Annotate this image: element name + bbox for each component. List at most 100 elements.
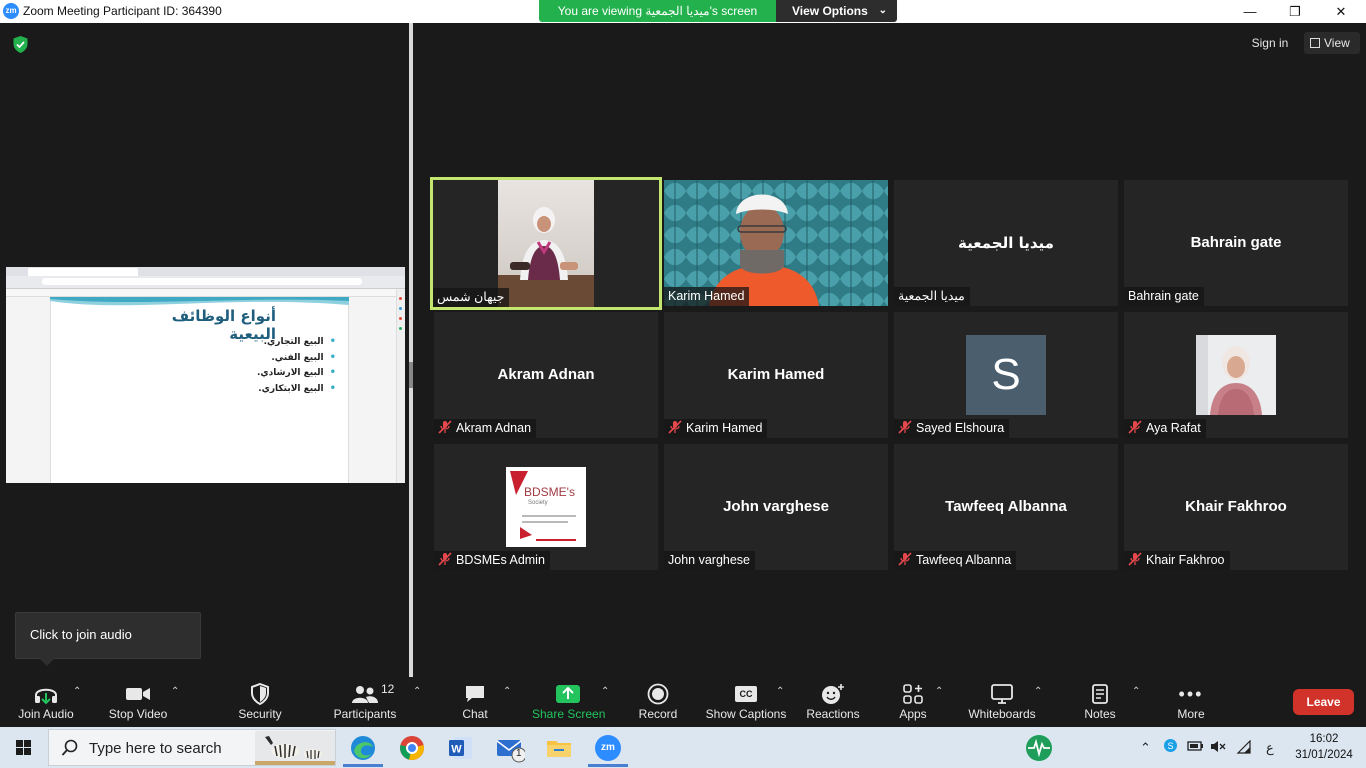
audio-options-caret[interactable]: ⌃ <box>73 686 81 697</box>
view-options-label: View Options <box>792 4 868 18</box>
participant-name: Sayed Elshoura <box>894 419 1010 438</box>
input-language-indicator[interactable]: ع <box>1266 740 1274 756</box>
browser-url-bar <box>42 278 362 285</box>
bdsmes-logo-subtext: Society <box>528 500 548 506</box>
share-screen-button[interactable]: Share Screen <box>532 677 605 727</box>
slide-bullet: البيع الابتكاري. <box>206 383 336 399</box>
chat-button[interactable]: Chat <box>455 677 495 727</box>
close-button[interactable]: ✕ <box>1318 2 1364 21</box>
edge-browser-icon[interactable] <box>348 733 378 763</box>
slide-bullet-list: البيع التجاري. البيع الفني. البيع الارشا… <box>206 336 336 398</box>
search-placeholder: Type here to search <box>89 740 222 757</box>
video-tile[interactable]: ميديا الجمعية ميديا الجمعية <box>894 180 1118 306</box>
taskbar-search-box[interactable]: Type here to search <box>48 729 336 766</box>
slide-bullet: البيع الفني. <box>206 352 336 368</box>
participant-name: Aya Rafat <box>1124 419 1206 438</box>
file-explorer-icon[interactable] <box>544 733 574 763</box>
video-options-caret[interactable]: ⌃ <box>171 686 179 697</box>
clock-date: 31/01/2024 <box>1295 749 1353 761</box>
pane-divider[interactable] <box>409 23 413 677</box>
mail-app-icon[interactable]: 1 <box>495 733 527 763</box>
meeting-toolbar <box>0 677 1366 727</box>
view-button[interactable]: View <box>1304 32 1360 54</box>
share-options-caret[interactable]: ⌃ <box>601 686 609 697</box>
notes-button[interactable]: Notes <box>1080 677 1120 727</box>
video-tile[interactable]: Tawfeeq Albanna Tawfeeq Albanna <box>894 444 1118 570</box>
shared-screen-content[interactable]: أنواع الوظائف البيعية البيع التجاري. الب… <box>6 267 405 483</box>
divider-handle[interactable] <box>409 362 413 388</box>
show-hidden-icons-caret[interactable]: ⌃ <box>1140 740 1151 756</box>
apps-options-caret[interactable]: ⌃ <box>935 686 943 697</box>
video-tile[interactable]: Karim Hamed Karim Hamed <box>664 312 888 438</box>
restore-button[interactable]: ❐ <box>1272 2 1318 21</box>
more-dots-icon: ••• <box>1178 683 1204 704</box>
tooltip-arrow <box>39 658 55 666</box>
muted-mic-icon <box>1128 420 1142 434</box>
woman-video-figure <box>498 207 594 307</box>
wifi-tray-icon[interactable] <box>1236 739 1252 757</box>
video-tile[interactable]: Akram Adnan Akram Adnan <box>434 312 658 438</box>
show-captions-button[interactable]: CC Show Captions <box>704 677 788 727</box>
notes-options-caret[interactable]: ⌃ <box>1132 686 1140 697</box>
mail-badge: 1 <box>516 748 522 759</box>
video-tile[interactable]: Aya Rafat <box>1124 312 1348 438</box>
record-icon <box>647 683 669 705</box>
stop-video-button[interactable]: Stop Video <box>104 677 172 727</box>
video-tile[interactable]: John varghese John varghese <box>664 444 888 570</box>
participant-name: Karim Hamed <box>664 419 768 438</box>
muted-mic-icon <box>898 552 912 566</box>
video-tile[interactable]: جيهان شمس <box>430 177 662 310</box>
whiteboards-button[interactable]: Whiteboards <box>964 677 1040 727</box>
participant-name: جيهان شمس <box>433 288 510 307</box>
video-tile[interactable]: Karim Hamed <box>664 180 888 306</box>
video-camera-icon <box>126 688 150 700</box>
taskbar-clock[interactable]: 16:02 31/01/2024 <box>1289 731 1359 763</box>
captions-cc-icon: CC <box>735 686 757 702</box>
muted-mic-icon <box>898 420 912 434</box>
video-tile[interactable]: S Sayed Elshoura <box>894 312 1118 438</box>
skype-tray-icon[interactable]: S <box>1163 738 1178 756</box>
view-options-button[interactable]: View Options ⌄ <box>776 0 897 22</box>
view-label: View <box>1324 36 1350 50</box>
bdsmes-logo-text: BDSME's <box>524 485 575 499</box>
encryption-shield-icon[interactable] <box>12 35 29 54</box>
windows-start-icon[interactable] <box>0 727 48 768</box>
health-monitor-icon[interactable] <box>1024 733 1054 763</box>
bdsmes-logo-icon <box>510 471 576 541</box>
chat-options-caret[interactable]: ⌃ <box>503 686 511 697</box>
chrome-browser-icon[interactable] <box>397 733 427 763</box>
captions-options-caret[interactable]: ⌃ <box>776 686 784 697</box>
muted-mic-icon <box>438 552 452 566</box>
battery-tray-icon[interactable] <box>1187 740 1204 755</box>
muted-mic-icon <box>668 420 682 434</box>
more-button[interactable]: ••• More <box>1170 677 1212 727</box>
record-button[interactable]: Record <box>634 677 682 727</box>
video-tile[interactable]: Khair Fakhroo Khair Fakhroo <box>1124 444 1348 570</box>
security-shield-icon <box>251 683 269 705</box>
slide-bullet: البيع التجاري. <box>206 336 336 352</box>
video-tile[interactable]: Bahrain gate Bahrain gate <box>1124 180 1348 306</box>
leave-button[interactable]: Leave <box>1293 689 1354 715</box>
participants-options-caret[interactable]: ⌃ <box>413 686 421 697</box>
notes-icon <box>1092 684 1108 704</box>
toolbar-dot-icon <box>399 297 402 300</box>
slide-bullet: البيع الارشادي. <box>206 367 336 383</box>
window-title: Zoom Meeting Participant ID: 364390 <box>23 4 222 18</box>
video-tile[interactable]: BDSME's Society BDSMEs Admin <box>434 444 658 570</box>
zoom-app-icon[interactable]: zm <box>593 733 623 763</box>
participant-name: John varghese <box>664 551 756 570</box>
participants-icon <box>352 686 378 703</box>
security-button[interactable]: Security <box>230 677 290 727</box>
toolbar-dot-icon <box>399 317 402 320</box>
sign-in-button[interactable]: Sign in <box>1244 32 1296 54</box>
svg-text:W: W <box>451 744 462 756</box>
whiteboards-options-caret[interactable]: ⌃ <box>1034 686 1042 697</box>
reactions-button[interactable]: Reactions <box>803 677 863 727</box>
reactions-smiley-icon <box>822 684 844 704</box>
share-screen-icon <box>556 685 580 703</box>
word-app-icon[interactable]: W <box>446 733 476 763</box>
minimize-button[interactable]: — <box>1227 2 1273 21</box>
volume-muted-tray-icon[interactable] <box>1210 740 1226 756</box>
apps-button[interactable]: Apps <box>892 677 934 727</box>
join-audio-button[interactable]: Join Audio <box>10 677 82 727</box>
